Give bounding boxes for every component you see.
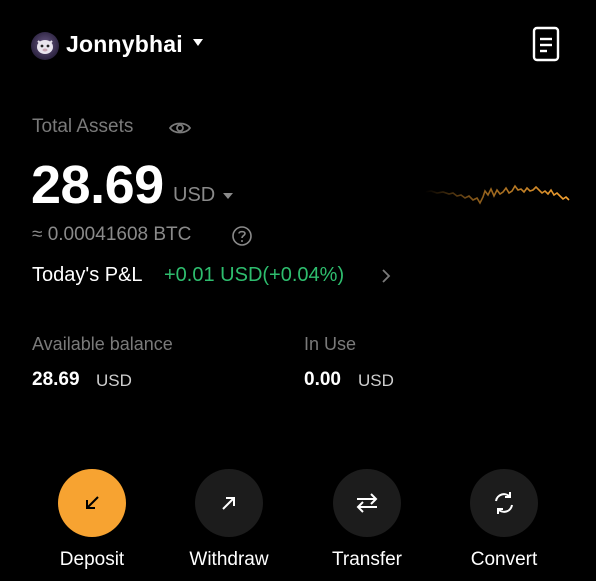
btc-equivalent: ≈ 0.00041608 BTC: [32, 224, 192, 245]
document-icon[interactable]: [531, 26, 561, 62]
pnl-label[interactable]: Today's P&L: [32, 264, 143, 287]
swap-arrows-icon: [356, 493, 378, 513]
currency-chevron-down-icon[interactable]: [222, 192, 234, 200]
convert-circle[interactable]: [470, 469, 538, 537]
currency-selector-label[interactable]: USD: [173, 184, 215, 207]
deposit-label: Deposit: [59, 549, 125, 570]
withdraw-button[interactable]: Withdraw: [169, 469, 289, 571]
sparkline-chart: [425, 184, 570, 205]
convert-label: Convert: [470, 549, 538, 570]
chevron-right-icon[interactable]: [381, 268, 391, 284]
pnl-value[interactable]: +0.01 USD(+0.04%): [164, 264, 344, 287]
eye-icon[interactable]: [168, 119, 192, 137]
total-assets-label: Total Assets: [32, 116, 134, 137]
transfer-label: Transfer: [331, 549, 403, 570]
available-balance-amount: 28.69: [32, 369, 80, 390]
transfer-circle[interactable]: [333, 469, 401, 537]
total-balance-amount: 28.69: [31, 155, 164, 215]
transfer-button[interactable]: Transfer: [307, 469, 427, 571]
arrow-down-left-icon: [86, 496, 99, 509]
deposit-circle[interactable]: [58, 469, 126, 537]
chevron-down-icon[interactable]: [192, 38, 204, 47]
avatar[interactable]: [31, 32, 59, 60]
refresh-icon: [495, 492, 513, 514]
arrow-up-right-icon: [222, 497, 235, 510]
convert-button[interactable]: Convert: [444, 469, 564, 571]
available-balance-currency: USD: [96, 371, 132, 390]
in-use-label: In Use: [304, 334, 357, 354]
avatar-image: [37, 40, 53, 54]
in-use-amount: 0.00: [304, 369, 341, 390]
account-name[interactable]: Jonnybhai: [66, 31, 183, 58]
help-circle-icon[interactable]: [231, 225, 253, 247]
withdraw-circle[interactable]: [195, 469, 263, 537]
available-balance-label: Available balance: [32, 334, 173, 354]
deposit-button[interactable]: Deposit: [32, 469, 152, 571]
in-use-currency: USD: [358, 371, 394, 390]
withdraw-label: Withdraw: [189, 549, 269, 570]
